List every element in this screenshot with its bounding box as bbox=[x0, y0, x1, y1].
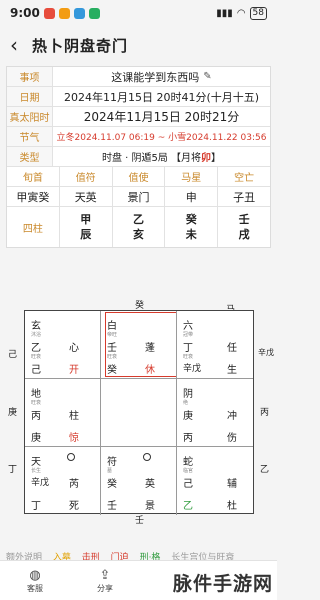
value-kongwang: 子丑 bbox=[233, 190, 256, 204]
pillar-day: 癸 未 bbox=[165, 207, 219, 247]
term-value: 立冬2024.11.07 06:19 ~ 小雪2024.11.22 03:56 bbox=[56, 133, 267, 143]
pillar-label: 四柱 bbox=[7, 207, 60, 247]
page-title: 热卜阴盘奇门 bbox=[32, 36, 129, 55]
qimen-board: 玄 沐浴 乙 心 旺衰 己 开 白 帝旺 壬 蓬 旺衰 癸 休 六 冠带 丁 任… bbox=[24, 310, 254, 515]
palace-cell[interactable]: 天 长生 辛戊 芮 丁 死 bbox=[25, 447, 101, 515]
type-suffix: 】 bbox=[211, 153, 222, 164]
matter-value: 这课能学到东西吗 bbox=[111, 70, 200, 84]
board-right-bot: 乙 bbox=[260, 465, 270, 475]
circle-marker-icon bbox=[67, 453, 75, 461]
app-notification-icon bbox=[43, 7, 55, 19]
share-icon: ⇪ bbox=[99, 567, 111, 583]
app-notification-icon bbox=[88, 7, 100, 19]
header-xunshou: 旬首 bbox=[7, 167, 60, 186]
pillar-month: 乙 亥 bbox=[113, 207, 166, 247]
value-xunshou: 甲寅癸 bbox=[7, 187, 60, 206]
header-maxing: 马星 bbox=[165, 167, 219, 186]
nav-bar: ‹ 热卜阴盘奇门 bbox=[0, 26, 277, 64]
type-row: 类型 时盘 · 阴遁5局 【月将 卯 】 bbox=[7, 147, 270, 167]
wifi-icon: ◠ bbox=[236, 7, 246, 19]
solar-row: 真太阳时 2024年11月15日 20时21分 bbox=[7, 107, 270, 127]
term-row: 节气 立冬2024.11.07 06:19 ~ 小雪2024.11.22 03:… bbox=[7, 127, 270, 147]
type-prefix: 时盘 · 阴遁5局 【月将 bbox=[101, 153, 202, 164]
battery-icon: 58 bbox=[249, 6, 267, 20]
info-table: 事项 这课能学到东西吗 ✎ 日期 2024年11月15日 20时41分(十月十五… bbox=[6, 66, 271, 248]
value-maxing: 申 bbox=[165, 187, 219, 206]
palace-cell[interactable]: 地 旺衰 丙 柱 庚 惊 bbox=[25, 379, 101, 447]
board-right-mid: 丙 bbox=[260, 408, 270, 418]
circle-marker-icon bbox=[143, 453, 151, 461]
header-row: 旬首 值符 值使 马星 空亡 bbox=[7, 167, 270, 187]
date-row: 日期 2024年11月15日 20时41分(十月十五) bbox=[7, 87, 270, 107]
center-palace bbox=[101, 379, 177, 447]
type-month-god: 卯 bbox=[201, 153, 212, 164]
palace-cell[interactable]: 白 帝旺 壬 蓬 旺衰 癸 休 bbox=[101, 311, 177, 379]
app-notification-icon bbox=[58, 7, 70, 19]
matter-label: 事项 bbox=[7, 67, 53, 86]
status-bar: 9:00 ▮▮▮ ◠ 58 bbox=[0, 0, 277, 26]
palace-cell[interactable]: 六 冠带 丁 任 旺衰 辛戊 生 bbox=[177, 311, 253, 379]
chat-icon: ◍ bbox=[29, 567, 41, 583]
palace-cell[interactable]: 玄 沐浴 乙 心 旺衰 己 开 bbox=[25, 311, 101, 379]
value-zhifu: 天英 bbox=[60, 187, 113, 206]
board-left-top: 己 bbox=[8, 350, 18, 360]
type-label: 类型 bbox=[7, 147, 53, 166]
edit-icon[interactable]: ✎ bbox=[203, 71, 211, 82]
signal-icon: ▮▮▮ bbox=[216, 7, 233, 19]
date-value: 2024年11月15日 20时41分(十月十五) bbox=[63, 90, 260, 104]
pillar-hour: 壬 戌 bbox=[238, 213, 250, 241]
pillar-year: 甲 辰 bbox=[60, 207, 113, 247]
header-zhishi: 值使 bbox=[113, 167, 166, 186]
tab-customer-service[interactable]: ◍ 客服 bbox=[0, 568, 70, 594]
back-arrow-icon[interactable]: ‹ bbox=[10, 33, 32, 57]
board-left-bot: 丁 bbox=[8, 465, 18, 475]
app-notification-icon bbox=[73, 7, 85, 19]
palace-cell[interactable]: 符 墓 癸 英 壬 景 bbox=[101, 447, 177, 515]
solar-value: 2024年11月15日 20时21分 bbox=[83, 110, 240, 124]
pillar-row: 四柱 甲 辰 乙 亥 癸 未 壬 戌 bbox=[7, 207, 270, 247]
matter-row: 事项 这课能学到东西吗 ✎ bbox=[7, 67, 270, 87]
term-label: 节气 bbox=[7, 127, 53, 146]
value-zhishi: 景门 bbox=[113, 187, 166, 206]
watermark: 脉件手游网 bbox=[172, 573, 273, 595]
status-time: 9:00 bbox=[10, 6, 40, 20]
board-right-top: 辛戊 bbox=[258, 348, 274, 357]
header-kongwang: 空亡 bbox=[234, 173, 255, 184]
palace-cell[interactable]: 蛇 临官 己 辅 乙 杜 bbox=[177, 447, 253, 515]
values-row: 甲寅癸 天英 景门 申 子丑 bbox=[7, 187, 270, 207]
date-label: 日期 bbox=[7, 87, 53, 106]
solar-label: 真太阳时 bbox=[7, 107, 53, 126]
tab-share[interactable]: ⇪ 分享 bbox=[70, 568, 140, 594]
header-zhifu: 值符 bbox=[60, 167, 113, 186]
board-left-mid: 庚 bbox=[8, 408, 18, 418]
palace-cell[interactable]: 阴 绝 庚 冲 丙 伤 bbox=[177, 379, 253, 447]
